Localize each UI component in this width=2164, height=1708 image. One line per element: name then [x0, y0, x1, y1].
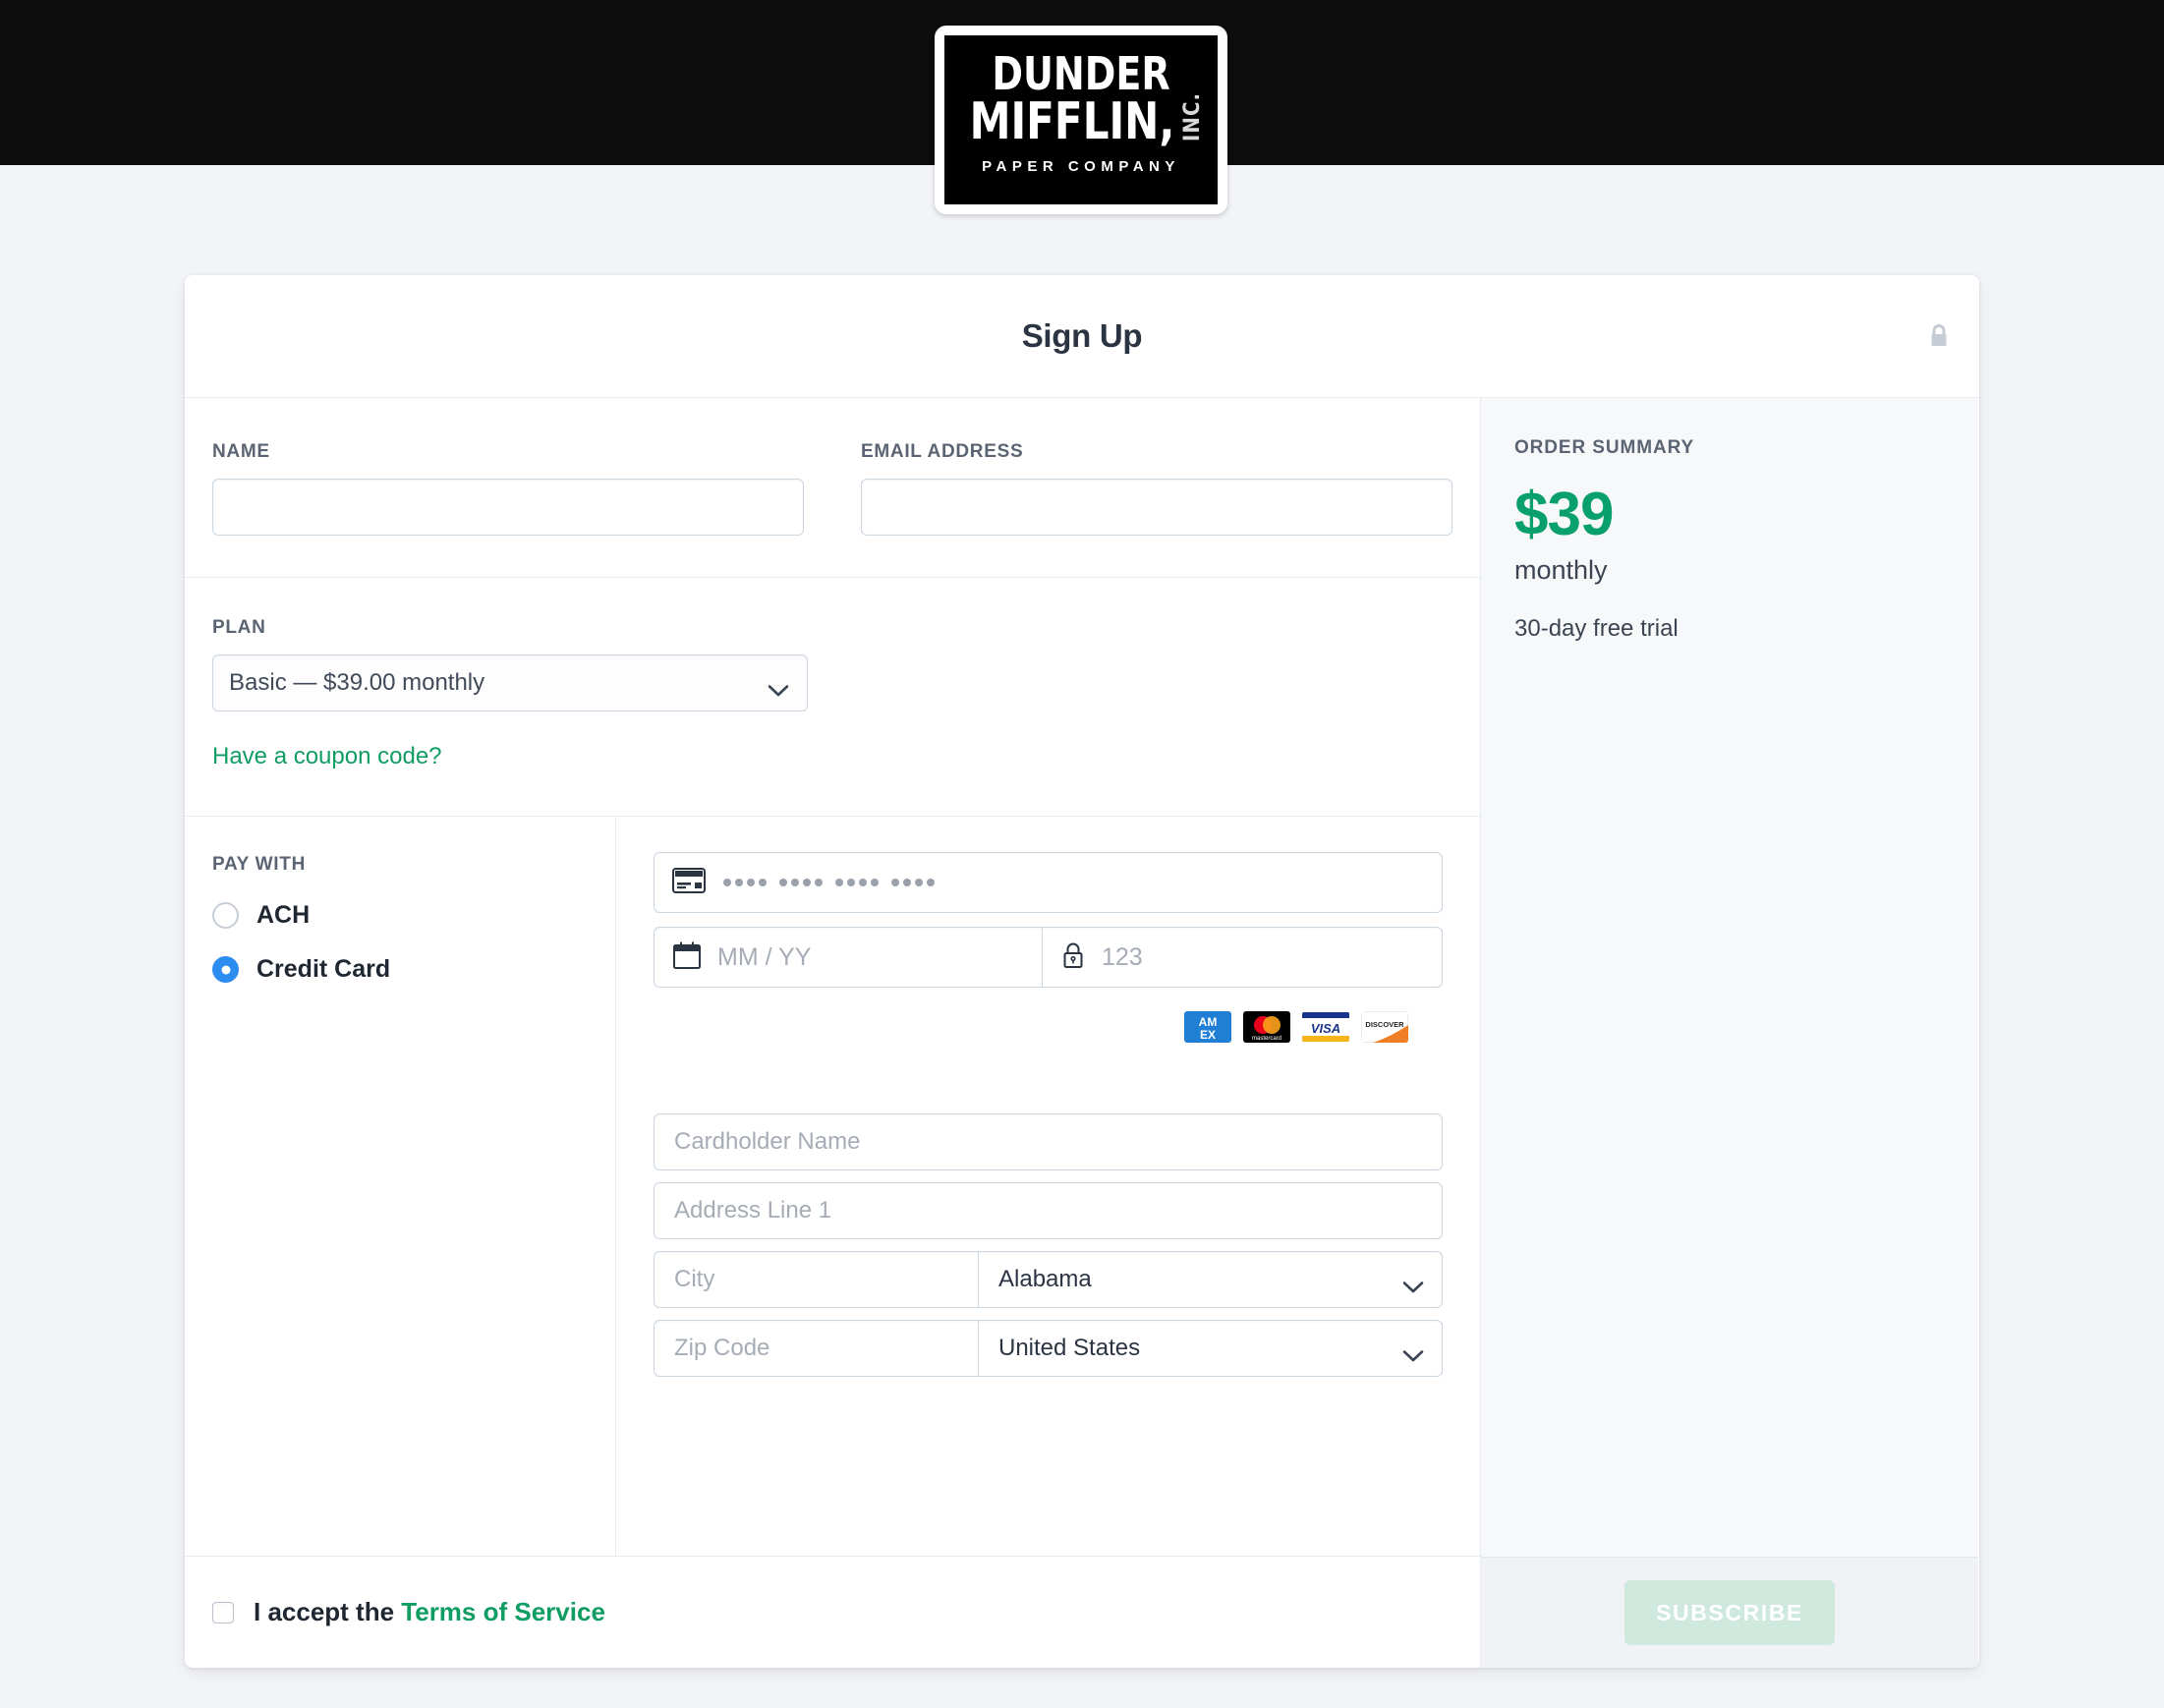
logo-line-mifflin: MIFFLIN,	[969, 92, 1175, 151]
card-details-column: MM / YY 123 AM EX mastercard VISA DISCOV…	[616, 817, 1480, 1556]
calendar-icon	[672, 940, 702, 975]
chevron-down-icon	[1402, 1274, 1424, 1293]
credit-card-icon	[672, 867, 706, 898]
plan-select[interactable]: Basic — $39.00 monthly	[212, 655, 808, 712]
discover-icon: DISCOVER	[1361, 1011, 1408, 1043]
order-period: monthly	[1514, 555, 1608, 585]
accept-terms-text: I accept the Terms of Service	[254, 1597, 605, 1627]
chevron-down-icon	[1402, 1342, 1424, 1362]
mastercard-icon: mastercard	[1243, 1011, 1290, 1043]
svg-text:DISCOVER: DISCOVER	[1365, 1020, 1404, 1029]
payment-method-credit-card[interactable]: Credit Card	[212, 955, 615, 984]
coupon-code-link[interactable]: Have a coupon code?	[212, 743, 442, 770]
page-title: Sign Up	[1021, 317, 1143, 354]
zip-country-row: United States	[654, 1320, 1443, 1377]
accepted-card-brands: AM EX mastercard VISA DISCOVER	[654, 1011, 1408, 1043]
visa-icon: VISA	[1302, 1011, 1349, 1043]
identity-section: NAME EMAIL ADDRESS	[185, 398, 1480, 578]
state-select-value: Alabama	[998, 1266, 1092, 1292]
svg-text:mastercard: mastercard	[1252, 1036, 1281, 1042]
logo-line-paper-company: PAPER COMPANY	[982, 158, 1180, 175]
name-field-group: NAME	[212, 441, 804, 536]
subscribe-button[interactable]: SUBSCRIBE	[1624, 1580, 1835, 1645]
signup-card: Sign Up NAME EMAIL ADDRESS PLAN Basic — …	[185, 275, 1979, 1668]
payment-method-ach-label: ACH	[256, 901, 311, 929]
email-label: EMAIL ADDRESS	[861, 441, 1024, 462]
expiry-cvc-row: MM / YY 123	[654, 927, 1443, 988]
radio-credit-card[interactable]	[212, 956, 239, 983]
address-line-1-input[interactable]	[654, 1182, 1443, 1239]
name-input[interactable]	[212, 479, 804, 536]
plan-section: PLAN Basic — $39.00 monthly Have a coupo…	[185, 578, 1480, 817]
billing-address-block: Alabama	[654, 1113, 1443, 1377]
cvc-placeholder: 123	[1102, 942, 1143, 971]
payment-section: PAY WITH ACH Credit Card MM / YY 123 AM …	[185, 817, 1480, 1557]
country-select[interactable]: United States	[979, 1321, 1442, 1376]
accept-terms-checkbox[interactable]	[212, 1601, 234, 1623]
card-number-placeholder	[723, 879, 935, 886]
card-header: Sign Up	[185, 275, 1979, 398]
lock-icon	[1060, 940, 1086, 975]
zip-code-input[interactable]	[655, 1321, 979, 1376]
email-field-group: EMAIL ADDRESS	[861, 441, 1452, 536]
brand-logo-inner: DUNDER MIFFLIN, INC. PAPER COMPANY	[944, 35, 1218, 204]
order-trial: 30-day free trial	[1514, 615, 1679, 642]
country-select-value: United States	[998, 1335, 1141, 1361]
pay-with-column: PAY WITH ACH Credit Card	[185, 817, 616, 1556]
plan-label: PLAN	[212, 617, 266, 638]
form-column: NAME EMAIL ADDRESS PLAN Basic — $39.00 m…	[185, 398, 1481, 1668]
expiry-placeholder: MM / YY	[717, 942, 812, 971]
logo-line-mifflin-wrap: MIFFLIN, INC.	[944, 92, 1218, 151]
expiry-field[interactable]: MM / YY	[655, 928, 1043, 987]
pay-with-label: PAY WITH	[212, 854, 306, 875]
state-select[interactable]: Alabama	[979, 1252, 1442, 1307]
logo-line-dunder: DUNDER	[992, 47, 1170, 100]
card-number-field[interactable]	[654, 852, 1443, 913]
name-label: NAME	[212, 441, 270, 462]
terms-row: I accept the Terms of Service	[185, 1557, 1480, 1668]
email-input[interactable]	[861, 479, 1452, 536]
cardholder-name-input[interactable]	[654, 1113, 1443, 1170]
order-price: $39	[1514, 481, 1614, 548]
signup-page: DUNDER MIFFLIN, INC. PAPER COMPANY Sign U…	[0, 0, 2164, 1708]
chevron-down-icon	[768, 677, 789, 697]
radio-ach[interactable]	[212, 902, 239, 929]
order-summary-column: ORDER SUMMARY $39 monthly 30-day free tr…	[1481, 398, 1978, 1668]
amex-icon: AM EX	[1184, 1011, 1231, 1043]
svg-text:VISA: VISA	[1311, 1021, 1340, 1036]
city-input[interactable]	[655, 1252, 979, 1307]
logo-inc: INC.	[1180, 92, 1206, 142]
cvc-field[interactable]: 123	[1043, 928, 1161, 987]
payment-method-ach[interactable]: ACH	[212, 901, 615, 930]
terms-of-service-link[interactable]: Terms of Service	[401, 1597, 605, 1626]
accept-terms-prefix: I accept the	[254, 1597, 402, 1626]
plan-select-value: Basic — $39.00 monthly	[229, 669, 485, 696]
svg-text:AM: AM	[1199, 1015, 1218, 1029]
svg-text:EX: EX	[1200, 1028, 1216, 1042]
order-summary-label: ORDER SUMMARY	[1514, 437, 1695, 458]
order-summary: ORDER SUMMARY $39 monthly 30-day free tr…	[1481, 398, 1978, 1557]
brand-logo: DUNDER MIFFLIN, INC. PAPER COMPANY	[935, 26, 1227, 214]
subscribe-bar: SUBSCRIBE	[1481, 1557, 1978, 1668]
lock-icon	[1926, 322, 1952, 350]
payment-method-credit-card-label: Credit Card	[256, 955, 391, 983]
card-body: NAME EMAIL ADDRESS PLAN Basic — $39.00 m…	[185, 398, 1979, 1668]
city-state-row: Alabama	[654, 1251, 1443, 1308]
